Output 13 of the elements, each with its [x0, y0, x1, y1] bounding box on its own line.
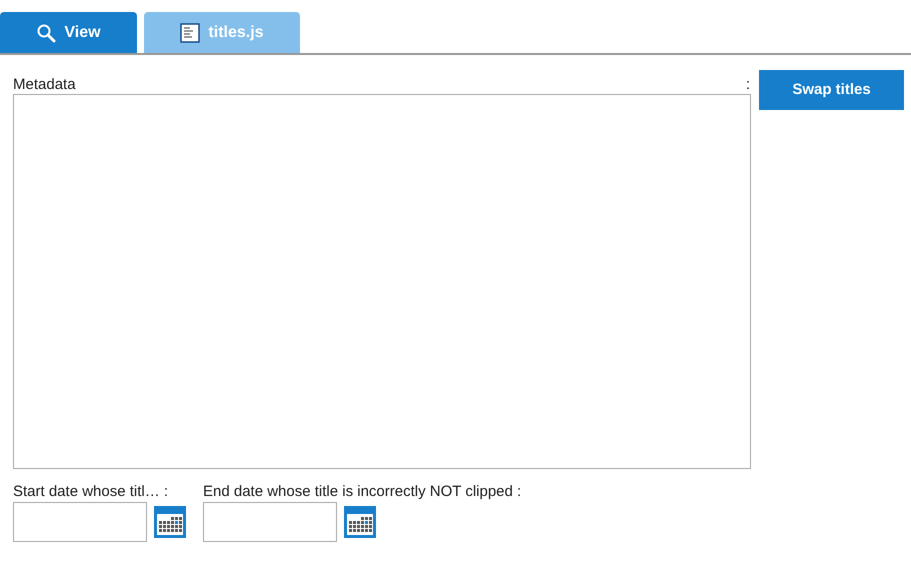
date-field[interactable] — [13, 502, 147, 542]
calendar-icon[interactable] — [154, 506, 186, 538]
date-field[interactable] — [203, 502, 337, 542]
document-icon — [180, 22, 200, 42]
field-label: Metadata — [13, 76, 76, 94]
tab[interactable]: View — [0, 12, 137, 53]
colon: : — [746, 76, 750, 94]
metadata-field[interactable] — [13, 94, 751, 469]
swap-titles-button[interactable]: Swap titles — [759, 70, 904, 110]
field-label: End date whose title is incorrectly NOT clipped : — [203, 483, 522, 501]
calendar-icon[interactable] — [344, 506, 376, 538]
field-label: Start date whose titl… : — [13, 483, 170, 501]
search-icon — [36, 22, 56, 42]
